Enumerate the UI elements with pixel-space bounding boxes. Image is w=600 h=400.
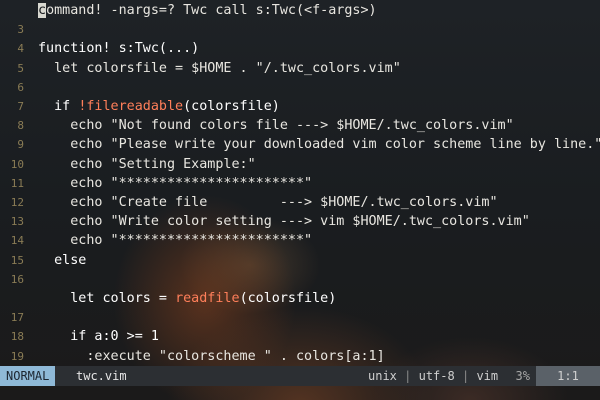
code-line[interactable]: 16 (0, 270, 600, 289)
code-text: if !filereadable(colorsfile) (38, 97, 280, 116)
code-text: function! s:Twc(...) (38, 39, 199, 58)
mode-indicator: NORMAL (0, 366, 56, 386)
code-token: if a:0 >= 1 (38, 329, 159, 345)
line-number: 12 (10, 196, 24, 209)
code-text: let colorsfile = $HOME . "/.twc_colors.v… (38, 59, 401, 78)
line-number: 18 (10, 330, 24, 344)
code-line[interactable]: 14 echo "***********************" (0, 231, 600, 250)
line-number: 17 (10, 311, 24, 325)
code-line[interactable]: 9 echo "Please write your downloaded vim… (0, 135, 600, 154)
code-line[interactable]: 7 if !filereadable(colorsfile) (0, 97, 600, 116)
code-line[interactable]: 19 :execute "colorscheme " . colors[a:1] (0, 347, 600, 364)
code-token: function! s:Twc(...) (38, 41, 200, 57)
code-text: command! -nargs=? Twc call s:Twc(<f-args… (38, 1, 377, 20)
line-number: 14 (10, 234, 24, 248)
line-number: 7 (17, 100, 24, 113)
line-number: 5 (17, 61, 24, 75)
line-number: 8 (17, 119, 24, 133)
code-token: let colors = (38, 291, 176, 306)
code-token: (colorsfile) (239, 291, 337, 306)
code-token: echo "Setting Example:" (38, 156, 256, 172)
cursor-position: 1:1 (536, 366, 600, 386)
code-token: let colorsfile = $HOME . "/.twc_colors.v… (38, 60, 401, 76)
separator: | (461, 369, 470, 383)
code-text: let colors = readfile(colorsfile) (38, 289, 336, 308)
separator: | (404, 369, 412, 383)
file-name: twc.vim (76, 369, 127, 383)
code-line[interactable]: command! -nargs=? Twc call s:Twc(<f-args… (0, 1, 600, 20)
code-token: (colorsfile) (183, 99, 280, 114)
code-text: echo "Write color setting ---> vim $HOME… (38, 212, 530, 231)
code-text: if a:0 >= 1 (38, 327, 159, 346)
code-line[interactable]: 4 function! s:Twc(...) (0, 39, 600, 58)
code-token: echo "***********************" (38, 175, 313, 191)
code-token: echo "Write color setting ---> vim $HOME… (38, 214, 530, 230)
code-text: echo "Create file ---> $HOME/.twc_colors… (38, 193, 498, 212)
code-line[interactable]: 17 (0, 308, 600, 327)
file-info: unix | utf-8 | vim (368, 366, 498, 386)
line-number: 3 (17, 23, 24, 37)
code-line[interactable]: 13 echo "Write color setting ---> vim $H… (0, 212, 600, 231)
scroll-percent: 3% (515, 369, 530, 383)
line-number: 13 (10, 215, 24, 229)
code-text: echo "Please write your downloaded vim c… (38, 135, 600, 154)
vim-statusline: NORMAL twc.vim unix | utf-8 | vim 3% 1:1 (0, 366, 600, 386)
code-line[interactable]: 12 echo "Create file ---> $HOME/.twc_col… (0, 193, 600, 212)
text-cursor: c (38, 3, 47, 18)
code-text: :execute "colorscheme " . colors[a:1] (38, 347, 385, 364)
code-token: if (38, 99, 79, 114)
code-line[interactable]: 6 (0, 78, 600, 97)
code-token: ommand! -nargs=? Twc call s:Twc(<f-args>… (46, 3, 377, 18)
line-number: 6 (17, 80, 24, 94)
code-line[interactable]: 18 if a:0 >= 1 (0, 327, 600, 346)
code-line[interactable]: 15 else (0, 251, 600, 270)
code-line[interactable]: 5 let colorsfile = $HOME . "/.twc_colors… (0, 59, 600, 78)
line-number: 19 (10, 349, 24, 363)
line-number: 15 (10, 253, 24, 267)
code-token: echo "Please write your downloaded vim c… (38, 137, 600, 153)
code-token: :execute "colorscheme " . colors[a:1] (38, 348, 385, 364)
code-text: else (38, 251, 86, 270)
line-number: 10 (10, 157, 24, 171)
code-line[interactable]: 10 echo "Setting Example:" (0, 155, 600, 174)
code-line[interactable]: let colors = readfile(colorsfile) (0, 289, 600, 308)
vim-editor-buffer[interactable]: command! -nargs=? Twc call s:Twc(<f-args… (0, 0, 600, 364)
code-token: filereadable (86, 99, 184, 114)
file-encoding: utf-8 (418, 369, 455, 383)
code-text: echo "Not found colors file ---> $HOME/.… (38, 116, 514, 135)
code-text: echo "***********************" (38, 174, 312, 193)
code-text: echo "Setting Example:" (38, 155, 256, 174)
code-token: else (38, 252, 87, 268)
code-text: echo "***********************" (38, 231, 312, 250)
code-token: echo "Not found colors file ---> $HOME/.… (38, 118, 514, 134)
code-line[interactable]: 3 (0, 20, 600, 39)
code-token: readfile (175, 291, 240, 306)
line-number: 11 (10, 176, 24, 190)
code-line[interactable]: 11 echo "***********************" (0, 174, 600, 193)
line-number: 16 (10, 272, 24, 286)
file-format: unix (368, 369, 397, 383)
code-token: echo "Create file ---> $HOME/.twc_colors… (38, 195, 498, 210)
code-token: echo "***********************" (38, 233, 313, 249)
line-number: 4 (17, 42, 24, 56)
code-line[interactable]: 8 echo "Not found colors file ---> $HOME… (0, 116, 600, 135)
line-number: 9 (17, 138, 24, 152)
